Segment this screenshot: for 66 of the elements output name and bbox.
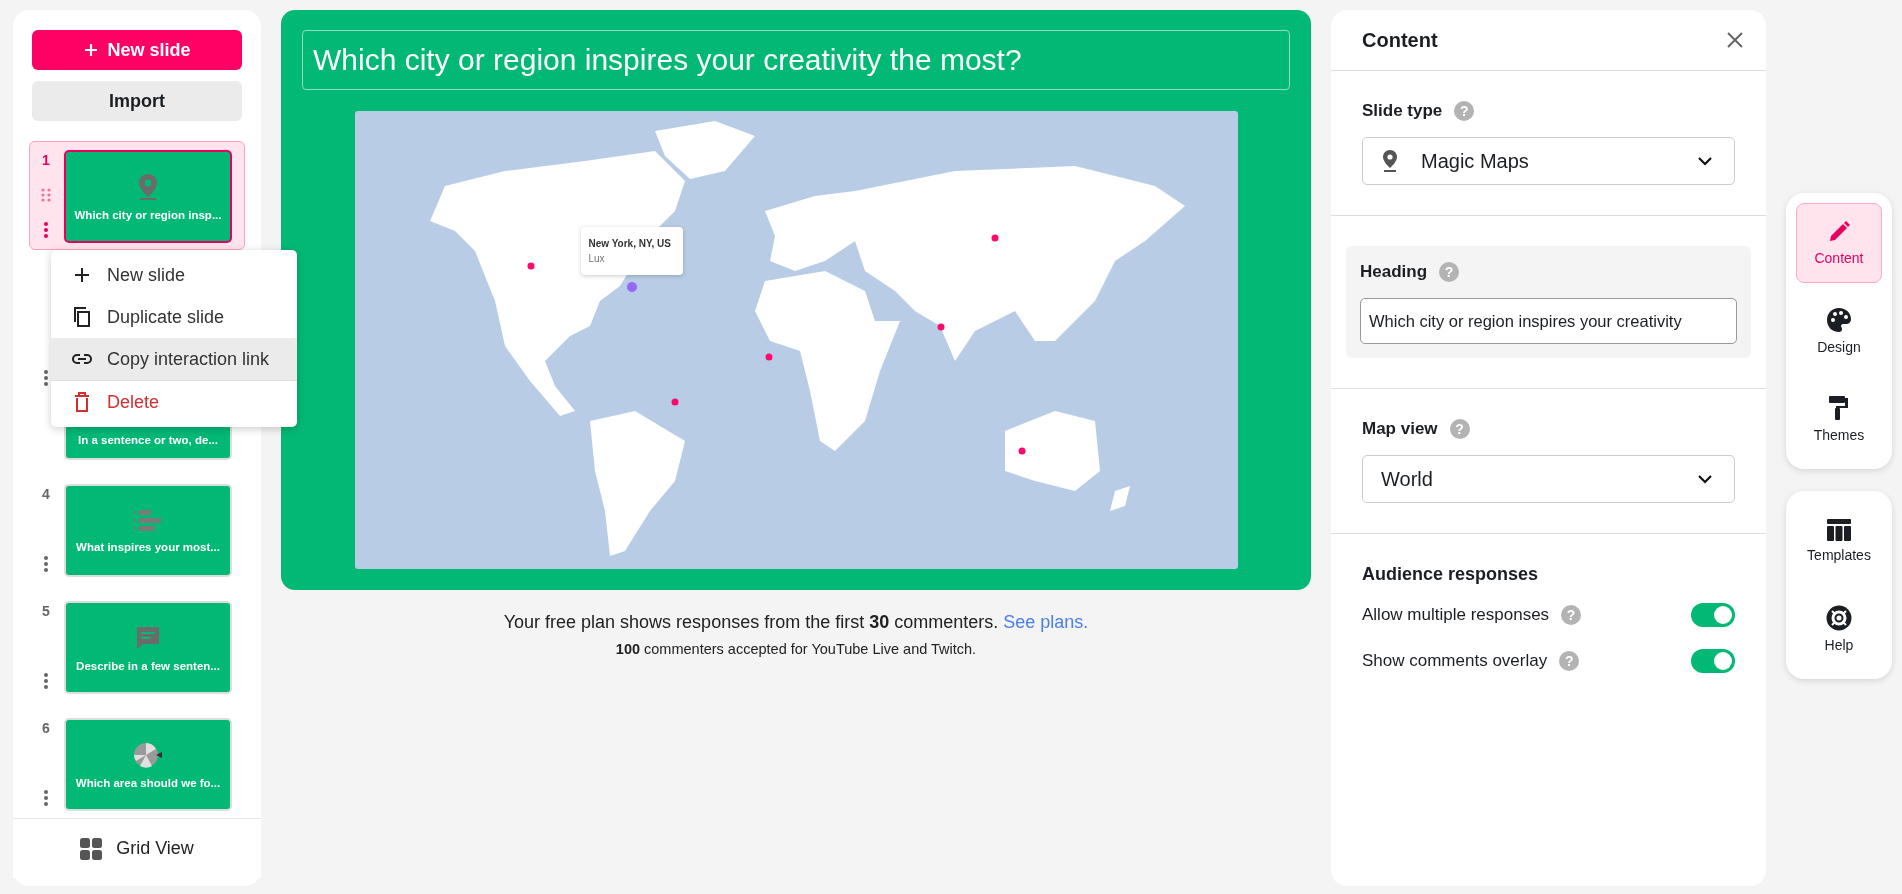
menu-item[interactable]: Duplicate slide (51, 296, 297, 338)
field-label: Heading (1360, 262, 1428, 282)
new-slide-button[interactable]: New slide (32, 30, 242, 70)
slide-number: 4 (42, 486, 50, 502)
help-icon[interactable]: ? (1449, 419, 1470, 439)
slide-title: In a sentence or two, de... (78, 434, 218, 446)
menu-item[interactable]: New slide (51, 254, 297, 296)
slide-thumbnail[interactable]: Describe in a few senten... (64, 601, 232, 694)
chevron-down-icon (1698, 156, 1712, 166)
slide-thumbnail[interactable]: Which city or region insp... (64, 150, 232, 243)
toggle-label: Show comments overlay (1362, 651, 1548, 671)
field-label: Slide type (1362, 101, 1443, 121)
help-icon[interactable]: ? (1454, 101, 1475, 121)
link-icon (71, 353, 93, 365)
drag-handle-icon[interactable] (41, 187, 51, 202)
toggle-switch[interactable] (1691, 649, 1735, 673)
more-options-icon[interactable] (43, 789, 49, 807)
table-icon (1827, 519, 1851, 541)
section-title: Audience responses (1362, 564, 1540, 585)
help-icon[interactable]: ? (1561, 605, 1582, 625)
tooltip-name: Lux (588, 253, 606, 264)
slide-title: Describe in a few senten... (76, 659, 220, 672)
pencil-icon (1827, 220, 1851, 244)
see-plans-link[interactable]: See plans. (1003, 612, 1089, 632)
slide-heading[interactable]: Which city or region inspires your creativity the most? (302, 30, 1290, 90)
grid-view-button[interactable]: Grid View (13, 818, 261, 878)
field-label: Map view (1362, 419, 1438, 439)
spinner-wheel-icon (132, 740, 164, 769)
import-button[interactable]: Import (32, 81, 242, 121)
heading-input-field[interactable]: Which city or region inspires your creativity (1360, 298, 1737, 344)
grid-icon (80, 837, 103, 860)
map-view-dropdown[interactable]: World (1362, 455, 1735, 503)
more-options-icon[interactable] (43, 221, 49, 239)
help-icon[interactable]: ? (1439, 262, 1460, 282)
palette-icon (1826, 307, 1852, 333)
slide-type-dropdown[interactable]: Magic Maps (1362, 137, 1735, 185)
help-icon[interactable]: ? (1559, 651, 1580, 671)
help-lifebuoy-icon (1826, 605, 1852, 631)
slide-number: 1 (42, 152, 50, 168)
commenters-notice-text: 100 commenters accepted for YouTube Live and Twitch. (614, 641, 978, 657)
toggle-label: Allow multiple responses (1362, 605, 1550, 625)
numbered-list-icon (133, 508, 163, 533)
slide-title: What inspires your most... (76, 540, 220, 553)
toolbar-button[interactable]: Content (1796, 203, 1882, 283)
more-options-icon[interactable] (43, 672, 49, 690)
panel-title: Content (1362, 28, 1438, 52)
slide-title: Which area should we fo... (75, 776, 221, 789)
slide-number: 6 (42, 720, 50, 736)
slide-thumbnail[interactable]: What inspires your most... (64, 484, 232, 577)
close-icon[interactable] (1726, 31, 1744, 49)
more-options-icon[interactable] (43, 555, 49, 573)
slide-thumbnail[interactable]: Which area should we fo... (64, 718, 232, 811)
plan-notice-text: Your free plan shows responses from the first 30 commenters. (503, 612, 999, 632)
paint-roller-icon (1828, 395, 1850, 421)
tooltip-place: New York, NY, US (588, 238, 672, 249)
slide-number: 5 (42, 603, 50, 619)
copy-icon (71, 307, 93, 327)
more-options-icon[interactable] (43, 369, 49, 387)
map-pin-icon (137, 172, 159, 201)
chevron-down-icon (1698, 474, 1712, 484)
plus-icon (83, 42, 100, 58)
toggle-switch[interactable] (1691, 603, 1735, 627)
selected-slide-row[interactable]: 1 Which city or region insp... (29, 141, 245, 250)
map-pin-icon (1381, 149, 1399, 173)
slide-title: Which city or region insp... (74, 208, 222, 221)
menu-item[interactable]: Copy interaction link (51, 338, 297, 380)
